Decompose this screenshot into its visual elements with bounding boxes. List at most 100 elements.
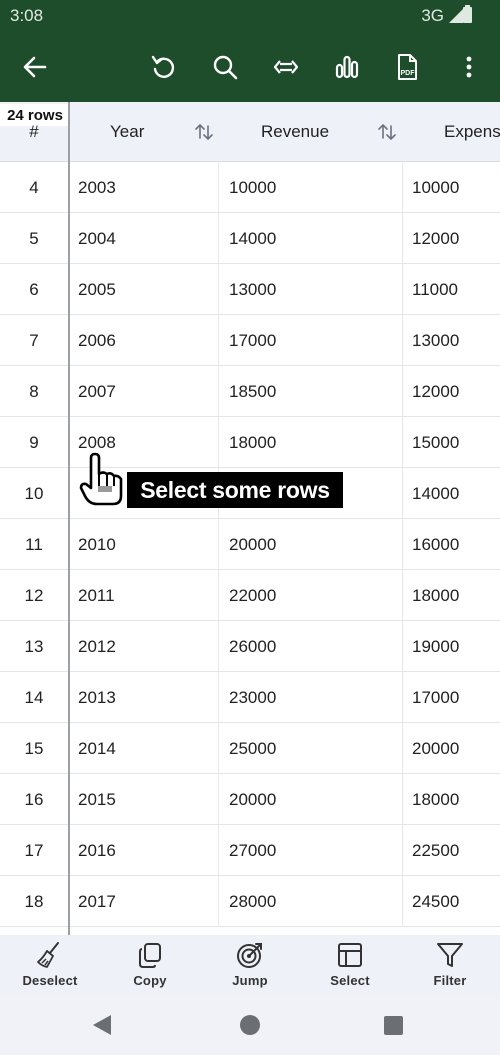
table-row[interactable]: 12 2011 22000 18000 xyxy=(0,570,500,621)
expenses-cell[interactable]: 15000 xyxy=(412,417,459,468)
row-number-cell[interactable]: 18 xyxy=(0,876,68,927)
row-number-cell[interactable]: 15 xyxy=(0,723,68,774)
expenses-cell[interactable]: 20000 xyxy=(412,723,459,774)
revenue-cell[interactable]: 14000 xyxy=(229,213,276,264)
row-number-cell[interactable]: 6 xyxy=(0,264,68,315)
row-number-cell[interactable]: 14 xyxy=(0,672,68,723)
header-year[interactable]: Year xyxy=(110,102,144,162)
revenue-cell[interactable]: 18500 xyxy=(229,366,276,417)
table-row[interactable]: 7 2006 17000 13000 xyxy=(0,315,500,366)
row-number-cell[interactable]: 11 xyxy=(0,519,68,570)
nav-recents-icon[interactable] xyxy=(384,1016,403,1035)
expenses-cell[interactable]: 22500 xyxy=(412,825,459,876)
year-cell[interactable]: 2013 xyxy=(78,672,116,723)
year-cell[interactable]: 2012 xyxy=(78,621,116,672)
table-row[interactable]: 9 2008 18000 15000 xyxy=(0,417,500,468)
expenses-cell[interactable]: 12000 xyxy=(412,366,459,417)
expenses-cell[interactable]: 17000 xyxy=(412,672,459,723)
year-cell[interactable]: 2004 xyxy=(78,213,116,264)
table-row[interactable]: 6 2005 13000 11000 xyxy=(0,264,500,315)
deselect-button[interactable]: Deselect xyxy=(5,941,95,991)
nav-home-icon[interactable] xyxy=(240,1015,260,1035)
revenue-cell[interactable]: 18000 xyxy=(229,417,276,468)
row-number-cell[interactable]: 13 xyxy=(0,621,68,672)
year-cell[interactable]: 2017 xyxy=(78,876,116,927)
year-cell[interactable]: 2011 xyxy=(78,570,115,621)
revenue-cell[interactable]: 17000 xyxy=(229,315,276,366)
table-row[interactable]: 4 2003 10000 10000 xyxy=(0,162,500,213)
deselect-label: Deselect xyxy=(22,973,78,988)
table-row[interactable]: 14 2013 23000 17000 xyxy=(0,672,500,723)
table-row[interactable]: 8 2007 18500 12000 xyxy=(0,366,500,417)
data-grid[interactable]: 24 rows # Year Revenue Expens 4 2003 10000… xyxy=(0,102,500,935)
more-vert-icon xyxy=(466,56,472,78)
year-cell[interactable]: 2014 xyxy=(78,723,116,774)
table-row[interactable]: 11 2010 20000 16000 xyxy=(0,519,500,570)
expenses-cell[interactable]: 13000 xyxy=(412,315,459,366)
table-row[interactable]: 18 2017 28000 24500 xyxy=(0,876,500,927)
year-cell[interactable]: 2006 xyxy=(78,315,116,366)
nav-back-icon[interactable] xyxy=(93,1015,111,1035)
copy-button[interactable]: Copy xyxy=(105,941,195,991)
expenses-cell[interactable]: 18000 xyxy=(412,570,459,621)
undo-button[interactable] xyxy=(141,44,187,90)
row-number-cell[interactable]: 5 xyxy=(0,213,68,264)
toolbar: PDF xyxy=(0,32,500,102)
revenue-cell[interactable]: 23000 xyxy=(229,672,276,723)
export-pdf-button[interactable]: PDF xyxy=(384,44,430,90)
row-number-cell[interactable]: 8 xyxy=(0,366,68,417)
filter-button[interactable]: Filter xyxy=(405,941,495,991)
table-row[interactable]: 16 2015 20000 18000 xyxy=(0,774,500,825)
filter-label: Filter xyxy=(433,973,467,988)
row-number-cell[interactable]: 10 xyxy=(0,468,68,519)
column-divider xyxy=(402,264,403,314)
expenses-cell[interactable]: 12000 xyxy=(412,213,459,264)
header-expenses[interactable]: Expens xyxy=(444,102,500,162)
column-divider xyxy=(218,723,219,773)
chart-button[interactable] xyxy=(324,44,370,90)
header-revenue[interactable]: Revenue xyxy=(261,102,329,162)
revenue-cell[interactable]: 27000 xyxy=(229,825,276,876)
back-button[interactable] xyxy=(12,44,58,90)
year-cell[interactable]: 2015 xyxy=(78,774,116,825)
revenue-cell[interactable]: 20000 xyxy=(229,519,276,570)
expenses-cell[interactable]: 11000 xyxy=(412,264,458,315)
table-row[interactable]: 5 2004 14000 12000 xyxy=(0,213,500,264)
row-number-cell[interactable]: 17 xyxy=(0,825,68,876)
year-cell[interactable]: 2016 xyxy=(78,825,116,876)
signal-icon xyxy=(449,9,463,23)
table-row[interactable]: 15 2014 25000 20000 xyxy=(0,723,500,774)
row-number-cell[interactable]: 16 xyxy=(0,774,68,825)
year-cell[interactable]: 2005 xyxy=(78,264,116,315)
year-cell[interactable]: 2010 xyxy=(78,519,116,570)
expenses-cell[interactable]: 10000 xyxy=(412,162,459,213)
jump-button[interactable]: Jump xyxy=(205,941,295,991)
year-cell[interactable]: 2003 xyxy=(78,162,116,213)
year-cell[interactable]: 2007 xyxy=(78,366,116,417)
row-number-cell[interactable]: 9 xyxy=(0,417,68,468)
revenue-cell[interactable]: 20000 xyxy=(229,774,276,825)
fit-width-button[interactable] xyxy=(263,44,309,90)
revenue-cell[interactable]: 10000 xyxy=(229,162,276,213)
revenue-cell[interactable]: 25000 xyxy=(229,723,276,774)
revenue-cell[interactable]: 22000 xyxy=(229,570,276,621)
row-number-cell[interactable]: 4 xyxy=(0,162,68,213)
expenses-cell[interactable]: 18000 xyxy=(412,774,459,825)
row-number-cell[interactable]: 12 xyxy=(0,570,68,621)
select-button[interactable]: Select xyxy=(305,941,395,991)
sort-revenue-icon[interactable] xyxy=(377,122,397,142)
sort-year-icon[interactable] xyxy=(194,122,214,142)
expenses-cell[interactable]: 16000 xyxy=(412,519,459,570)
expenses-cell[interactable]: 14000 xyxy=(412,468,459,519)
revenue-cell[interactable]: 28000 xyxy=(229,876,276,927)
row-number-cell[interactable]: 7 xyxy=(0,315,68,366)
table-row[interactable]: 17 2016 27000 22500 xyxy=(0,825,500,876)
revenue-cell[interactable]: 26000 xyxy=(229,621,276,672)
more-button[interactable] xyxy=(446,44,492,90)
revenue-cell[interactable]: 13000 xyxy=(229,264,276,315)
search-button[interactable] xyxy=(202,44,248,90)
table-row[interactable]: 13 2012 26000 19000 xyxy=(0,621,500,672)
system-nav-bar xyxy=(0,995,500,1055)
expenses-cell[interactable]: 19000 xyxy=(412,621,459,672)
expenses-cell[interactable]: 24500 xyxy=(412,876,459,927)
